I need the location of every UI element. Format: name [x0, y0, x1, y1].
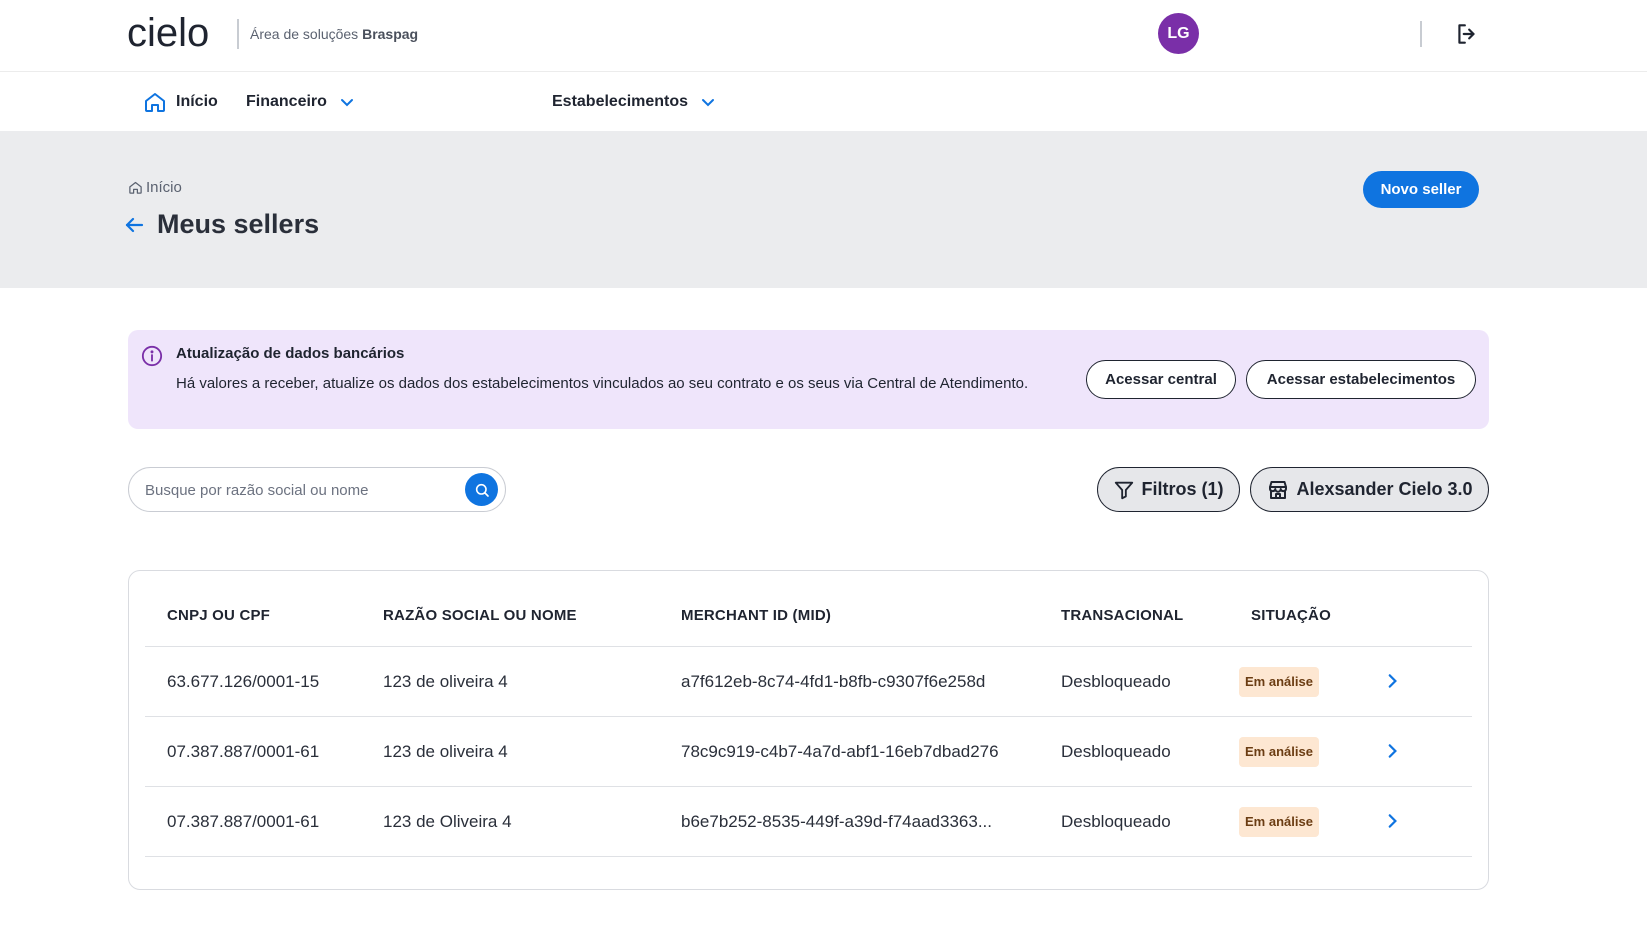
column-header-cnpj: CNPJ OU CPF	[167, 607, 271, 624]
top-header: cielo Área de soluções Braspag LG	[0, 0, 1647, 72]
column-header-mid: MERCHANT ID (MID)	[681, 607, 832, 624]
store-label: Alexsander Cielo 3.0	[1296, 479, 1473, 499]
cell-name: 123 de oliveira 4	[383, 742, 508, 761]
breadcrumb[interactable]: Início	[128, 179, 182, 196]
status-badge: Em análise	[1239, 737, 1319, 767]
table-row[interactable]: 07.387.887/0001-61 123 de oliveira 4 78c…	[145, 716, 1472, 786]
nav-label-estabelecimentos: Estabelecimentos	[552, 92, 689, 110]
access-establishments-button[interactable]: Acessar estabelecimentos	[1246, 360, 1476, 399]
area-label: Área de soluções Braspag	[250, 26, 418, 42]
header-divider	[237, 19, 239, 49]
nav-label-inicio: Início	[176, 92, 218, 110]
cielo-logo[interactable]: cielo	[127, 12, 227, 54]
cell-name: 123 de oliveira 4	[383, 672, 508, 691]
cell-doc: 63.677.126/0001-15	[167, 672, 320, 691]
status-badge: Em análise	[1239, 807, 1319, 837]
search-input[interactable]	[145, 478, 445, 502]
search-box	[128, 467, 506, 512]
sellers-table: CNPJ OU CPF RAZÃO SOCIAL OU NOME MERCHAN…	[128, 570, 1489, 890]
search-button[interactable]	[465, 473, 498, 506]
nav-label-financeiro: Financeiro	[246, 92, 327, 110]
home-icon	[145, 92, 165, 112]
search-icon	[475, 483, 489, 497]
main-nav: Início Financeiro Estabelecimentos	[0, 72, 1647, 131]
nav-item-financeiro[interactable]: Financeiro	[246, 72, 355, 131]
access-central-button[interactable]: Acessar central	[1086, 360, 1236, 399]
page-title: Meus sellers	[157, 209, 320, 239]
cell-doc: 07.387.887/0001-61	[167, 742, 320, 761]
cell-mid: a7f612eb-8c74-4fd1-b8fb-c9307f6e258d	[681, 672, 986, 691]
nav-item-estabelecimentos[interactable]: Estabelecimentos	[552, 72, 716, 131]
breadcrumb-label: Início	[146, 179, 182, 196]
table-row[interactable]: 07.387.887/0001-61 123 de Oliveira 4 b6e…	[145, 786, 1472, 856]
user-avatar[interactable]: LG	[1158, 13, 1199, 54]
svg-text:cielo: cielo	[127, 12, 209, 54]
store-selector-button[interactable]: Alexsander Cielo 3.0	[1250, 467, 1489, 512]
table-row[interactable]: 63.677.126/0001-15 123 de oliveira 4 a7f…	[145, 646, 1472, 716]
column-header-name: RAZÃO SOCIAL OU NOME	[383, 607, 577, 624]
chevron-down-icon	[702, 98, 715, 106]
cell-doc: 07.387.887/0001-61	[167, 812, 320, 831]
cell-transactional: Desbloqueado	[1061, 812, 1171, 831]
home-icon	[129, 181, 142, 194]
chevron-right-icon[interactable]	[1383, 742, 1401, 760]
cell-transactional: Desbloqueado	[1061, 742, 1171, 761]
bank-data-alert: Atualização de dados bancários Há valore…	[128, 330, 1489, 429]
back-arrow-icon[interactable]	[122, 213, 146, 237]
alert-title: Atualização de dados bancários	[176, 345, 405, 362]
column-header-transactional: TRANSACIONAL	[1061, 607, 1184, 624]
cell-transactional: Desbloqueado	[1061, 672, 1171, 691]
info-icon	[141, 345, 163, 367]
status-badge: Em análise	[1239, 667, 1319, 697]
filters-button[interactable]: Filtros (1)	[1097, 467, 1240, 512]
table-row	[145, 856, 1472, 926]
column-header-status: SITUAÇÃO	[1251, 607, 1331, 624]
nav-item-inicio[interactable]: Início	[143, 72, 218, 131]
cell-mid: 78c9c919-c4b7-4a7d-abf1-16eb7dbad276	[681, 742, 999, 761]
area-brand: Braspag	[362, 26, 419, 42]
chevron-down-icon	[340, 98, 353, 106]
new-seller-button[interactable]: Novo seller	[1363, 171, 1479, 208]
chevron-right-icon[interactable]	[1383, 672, 1401, 690]
filters-label: Filtros (1)	[1141, 479, 1224, 499]
filter-icon	[1115, 481, 1134, 499]
alert-text: Há valores a receber, atualize os dados …	[176, 375, 1029, 392]
logout-icon[interactable]	[1454, 21, 1480, 47]
header-separator	[1420, 21, 1422, 47]
store-icon	[1269, 480, 1288, 499]
area-prefix: Área de soluções	[250, 26, 359, 42]
page-hero: Início Meus sellers Novo seller	[0, 131, 1647, 288]
cell-name: 123 de Oliveira 4	[383, 812, 512, 831]
chevron-right-icon[interactable]	[1383, 812, 1401, 830]
cell-mid: b6e7b252-8535-449f-a39d-f74aad3363...	[681, 812, 992, 831]
